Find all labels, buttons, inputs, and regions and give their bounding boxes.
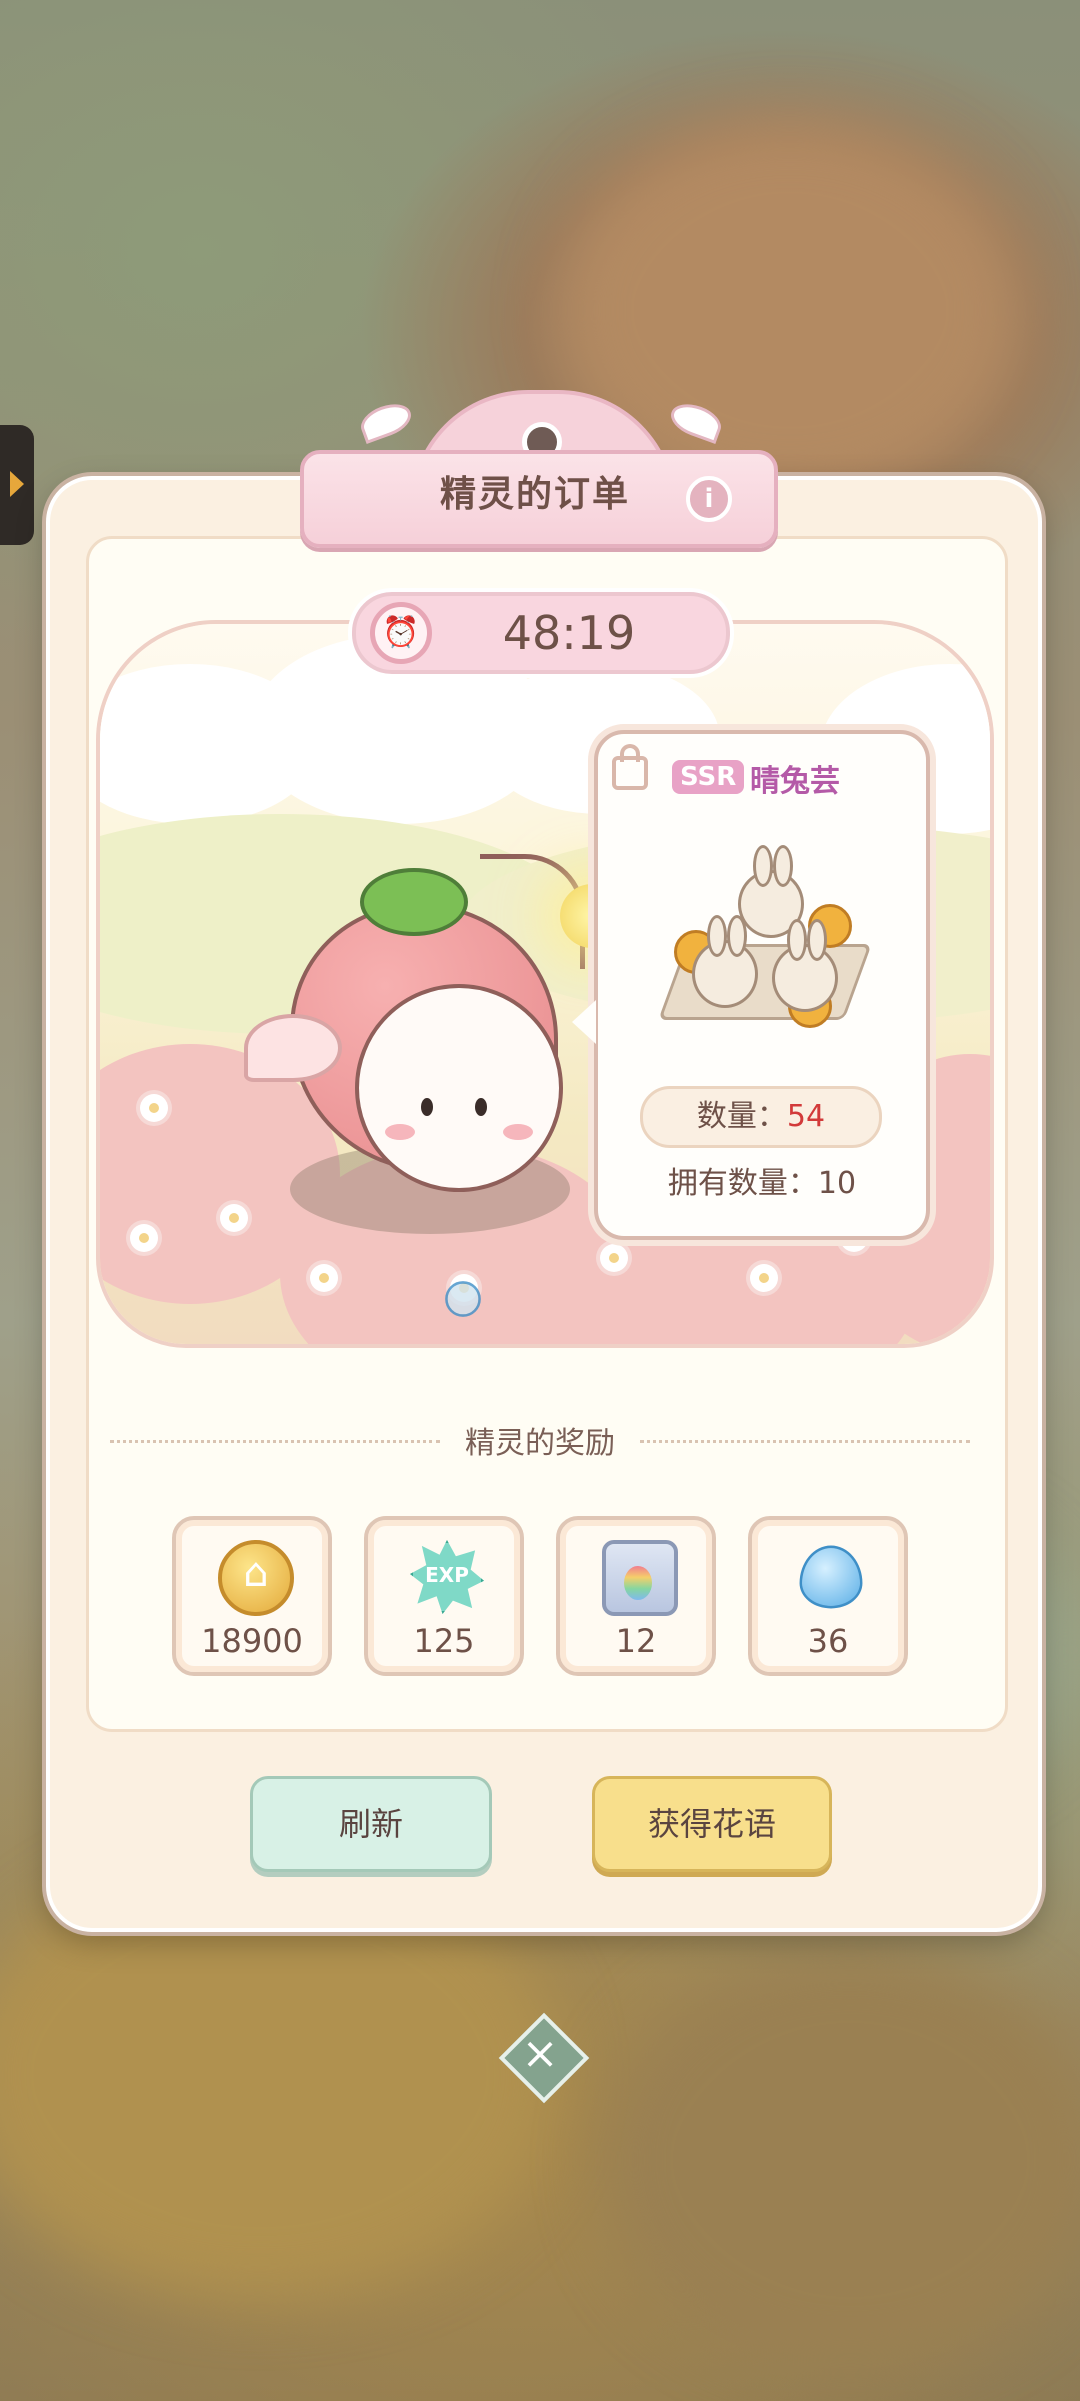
coin-icon [218, 1540, 294, 1616]
water-drop-icon [799, 1545, 863, 1609]
reward-item-bag[interactable]: 12 [556, 1516, 716, 1676]
leaf-ornament-icon [356, 398, 416, 444]
exp-icon [410, 1540, 484, 1614]
reward-count: 36 [807, 1622, 849, 1660]
title-plate: 精灵的订单 i [300, 390, 778, 554]
reward-list: 18900 125 12 36 [172, 1516, 912, 1676]
reward-count: 125 [413, 1622, 475, 1660]
order-item-card[interactable]: SSR 晴兔芸 数量：54 拥有数量：10 [572, 730, 930, 1240]
close-button[interactable]: × [498, 2012, 590, 2104]
lock-icon [612, 744, 648, 790]
divider [110, 1440, 440, 1443]
reward-count: 18900 [201, 1622, 303, 1660]
bunny-decor-item-image [658, 834, 872, 1034]
divider [640, 1440, 970, 1443]
timer-text: 48:19 [502, 606, 636, 660]
reward-item-exp[interactable]: 125 [364, 1516, 524, 1676]
reward-count: 12 [615, 1622, 657, 1660]
chevron-right-icon [10, 471, 24, 497]
reward-item-coin[interactable]: 18900 [172, 1516, 332, 1676]
countdown-timer: ⏰ 48:19 [352, 592, 730, 674]
quantity-value: 54 [786, 1099, 826, 1134]
get-flower-words-button[interactable]: 获得花语 [592, 1776, 832, 1872]
reward-section-header: 精灵的奖励 [110, 1418, 970, 1462]
info-icon[interactable]: i [686, 476, 732, 522]
reward-section-title: 精灵的奖励 [465, 1426, 615, 1461]
side-drawer-tab[interactable] [0, 425, 34, 545]
strawberry-spirit-illustration [230, 844, 650, 1317]
required-quantity: 数量：54 [640, 1086, 882, 1148]
close-icon: × [521, 2028, 559, 2079]
rainbow-bag-icon [602, 1540, 678, 1616]
item-name: 晴兔芸 [750, 764, 840, 799]
reward-item-water[interactable]: 36 [748, 1516, 908, 1676]
quantity-label: 数量： [696, 1099, 787, 1134]
refresh-button[interactable]: 刷新 [250, 1776, 492, 1872]
alarm-clock-icon: ⏰ [370, 602, 432, 664]
owned-quantity: 拥有数量：10 [667, 1166, 857, 1201]
leaf-ornament-icon [666, 398, 726, 444]
rarity-badge: SSR [672, 760, 745, 794]
